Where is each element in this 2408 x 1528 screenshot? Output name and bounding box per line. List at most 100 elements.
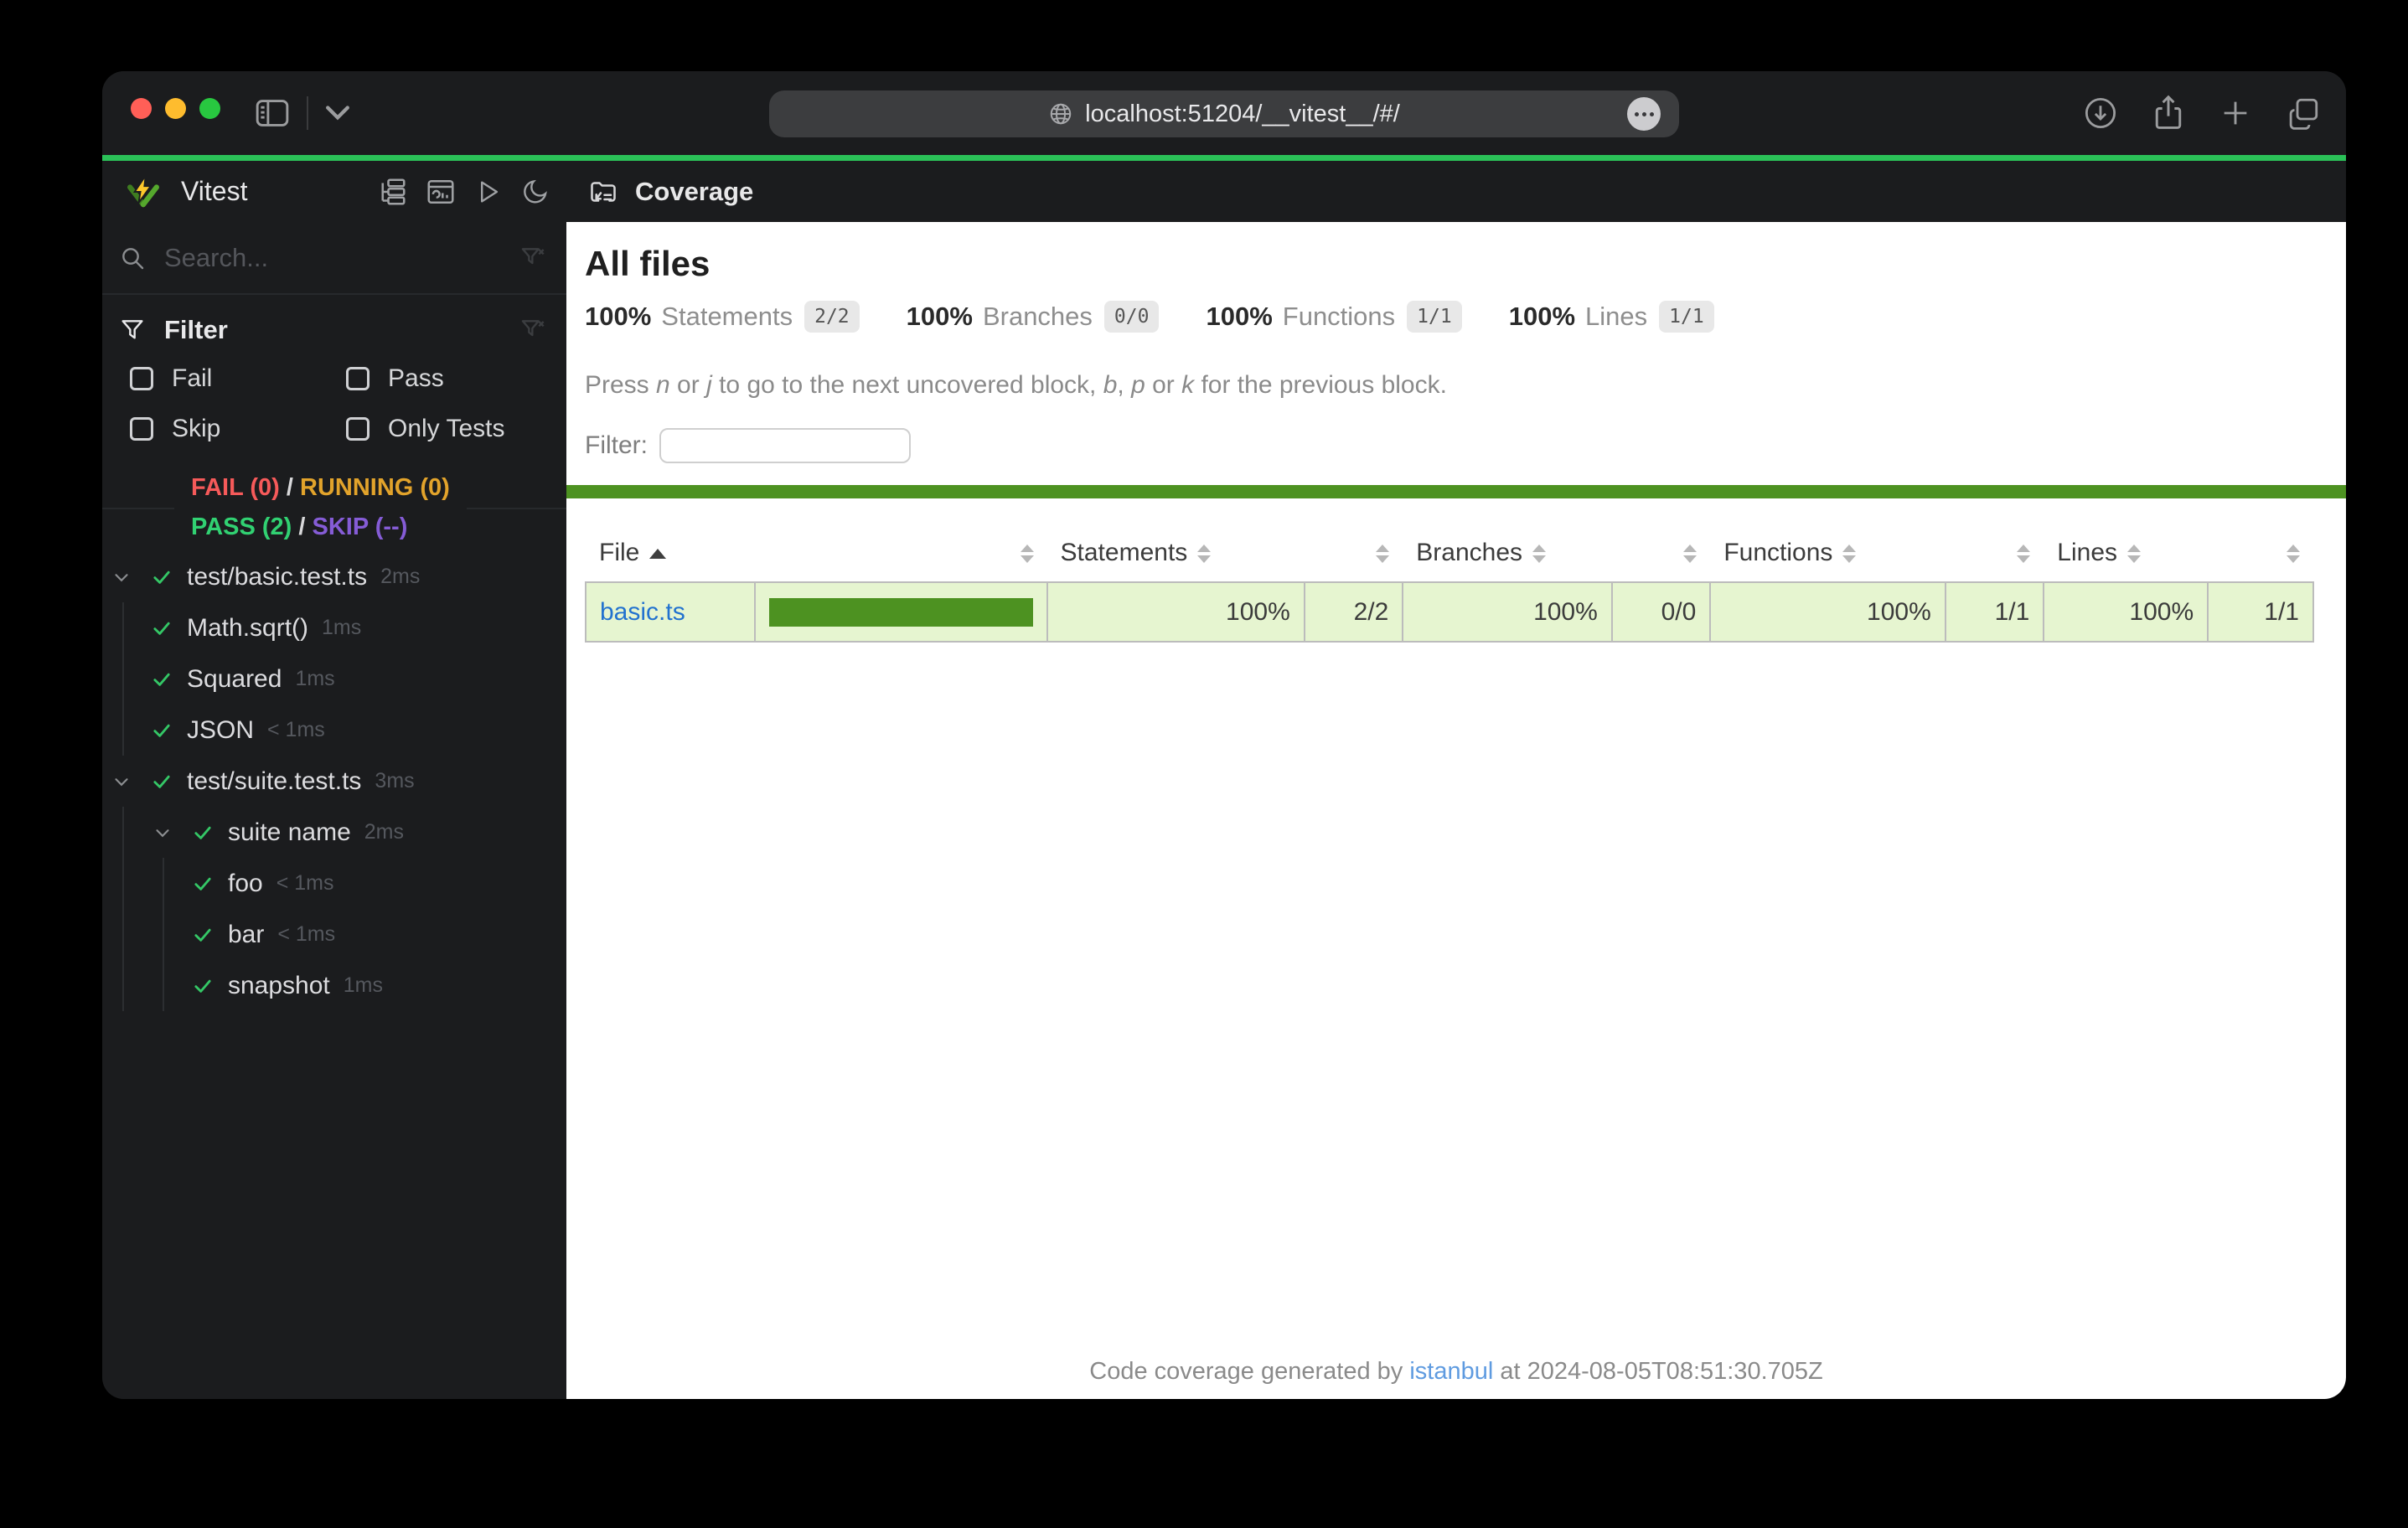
stat-ratio-badge: 1/1 (1407, 301, 1462, 333)
sort-icon[interactable] (1376, 545, 1389, 563)
test-name[interactable]: foo (228, 870, 263, 898)
new-tab-button[interactable] (2219, 96, 2252, 130)
test-status-progress-bar (102, 155, 2346, 161)
zoom-window-button[interactable] (199, 98, 220, 119)
pct-cell: 100% (1047, 582, 1305, 642)
chevron-down-icon[interactable] (325, 105, 350, 121)
test-tree-item[interactable]: Math.sqrt()1ms (102, 602, 566, 653)
test-tree: test/basic.test.ts2msMath.sqrt()1msSquar… (102, 551, 566, 1011)
test-name[interactable]: JSON (187, 716, 254, 745)
column-header-lines-ratio[interactable] (2208, 524, 2313, 582)
test-pass-check-icon (150, 617, 187, 640)
coverage-table-row: basic.ts100%2/2100%0/0100%1/1100%1/1 (586, 582, 2313, 642)
test-tree-item[interactable]: foo < 1ms (102, 858, 566, 909)
coverage-title: Coverage (635, 177, 753, 207)
coverage-summary-stats: 100%Statements2/2 100%Branches0/0 100%Fu… (585, 301, 2312, 333)
test-name[interactable]: Squared (187, 665, 282, 694)
coverage-header: Coverage (566, 161, 2346, 222)
test-duration: < 1ms (276, 871, 334, 896)
sort-icon[interactable] (1683, 545, 1697, 563)
checkbox-fail[interactable]: Fail (130, 364, 346, 393)
sort-icon[interactable] (2127, 545, 2141, 563)
column-header-statements-ratio[interactable] (1305, 524, 1403, 582)
dark-mode-toggle-icon[interactable] (521, 178, 550, 206)
filter-label: Filter (164, 315, 228, 345)
chevron-down-icon[interactable] (150, 822, 191, 844)
test-name[interactable]: snapshot (228, 972, 330, 1000)
sort-icon[interactable] (2017, 545, 2030, 563)
stat-ratio-badge: 1/1 (1659, 301, 1714, 333)
pct-cell: 100% (2044, 582, 2208, 642)
sort-icon[interactable] (1021, 545, 1034, 563)
column-header-lines[interactable]: Lines (2044, 524, 2208, 582)
sort-icon[interactable] (2287, 545, 2300, 563)
page-settings-button[interactable] (1627, 97, 1661, 131)
close-window-button[interactable] (131, 98, 152, 119)
test-tree-item[interactable]: bar< 1ms (102, 909, 566, 960)
tree-indent-guide (163, 858, 164, 909)
dashboard-icon[interactable] (426, 177, 456, 207)
column-header-statements[interactable]: Statements (1047, 524, 1305, 582)
column-header-branches-ratio[interactable] (1612, 524, 1711, 582)
filter-section-header: Filter (102, 295, 566, 345)
sort-icon[interactable] (1532, 545, 1546, 563)
column-header-branches[interactable]: Branches (1403, 524, 1612, 582)
test-duration: < 1ms (267, 718, 325, 742)
column-header-chart[interactable] (755, 524, 1046, 582)
test-tree-item[interactable]: JSON < 1ms (102, 705, 566, 756)
test-name[interactable]: test/suite.test.ts (187, 767, 361, 796)
clear-search-filter-icon[interactable] (519, 245, 546, 271)
app-title: Vitest (181, 176, 247, 207)
checkbox-pass[interactable]: Pass (346, 364, 566, 393)
sort-icon[interactable] (1842, 545, 1856, 563)
checkbox-box[interactable] (346, 367, 369, 390)
checkbox-skip[interactable]: Skip (130, 415, 346, 443)
share-button[interactable] (2152, 95, 2185, 132)
test-pass-check-icon (191, 923, 228, 947)
stat-functions: 100%Functions1/1 (1206, 301, 1461, 333)
search-placeholder: Search... (164, 243, 268, 273)
column-header-functions-ratio[interactable] (1946, 524, 2044, 582)
test-tree-item[interactable]: Squared 1ms (102, 653, 566, 705)
sorted-asc-icon (649, 549, 666, 559)
url-text: localhost:51204/__vitest__/#/ (1085, 101, 1400, 128)
istanbul-link[interactable]: istanbul (1409, 1358, 1493, 1385)
checkbox-box[interactable] (346, 417, 369, 441)
sidebar-toggle-icon[interactable] (255, 99, 290, 127)
test-name[interactable]: bar (228, 921, 264, 949)
test-tree-view-icon[interactable] (377, 177, 407, 207)
coverage-footer: Code coverage generated by istanbul at 2… (566, 1358, 2346, 1386)
test-tree-item[interactable]: test/basic.test.ts2ms (102, 551, 566, 602)
test-name[interactable]: Math.sqrt() (187, 614, 308, 643)
chevron-down-icon[interactable] (109, 771, 150, 792)
window-controls (131, 98, 220, 119)
test-duration: 1ms (344, 973, 383, 998)
test-pass-check-icon (150, 668, 187, 691)
downloads-button[interactable] (2083, 96, 2118, 131)
checkbox-only-tests[interactable]: Only Tests (346, 415, 566, 443)
coverage-filter-input[interactable] (659, 428, 911, 463)
run-all-tests-icon[interactable] (474, 178, 503, 206)
test-tree-item[interactable]: snapshot 1ms (102, 960, 566, 1011)
checkbox-box[interactable] (130, 417, 153, 441)
chevron-down-icon[interactable] (109, 566, 150, 588)
checkbox-box[interactable] (130, 367, 153, 390)
test-tree-item[interactable]: test/suite.test.ts3ms (102, 756, 566, 807)
test-tree-item[interactable]: suite name2ms (102, 807, 566, 858)
minimize-window-button[interactable] (165, 98, 186, 119)
file-link[interactable]: basic.ts (600, 598, 685, 626)
search-bar[interactable]: Search... (102, 222, 566, 295)
column-header-functions[interactable]: Functions (1710, 524, 1945, 582)
coverage-table: File Statements Branches Functions Lines bas… (585, 524, 2314, 643)
test-name[interactable]: test/basic.test.ts (187, 563, 367, 591)
test-duration: 1ms (295, 667, 334, 691)
test-name[interactable]: suite name (228, 818, 351, 847)
coverage-filter-label: Filter: (585, 431, 648, 460)
column-header-file[interactable]: File (586, 524, 755, 582)
tab-overview-button[interactable] (2286, 96, 2321, 131)
sort-icon[interactable] (1197, 545, 1211, 563)
clear-filters-icon[interactable] (519, 317, 546, 343)
tree-indent-guide (163, 909, 164, 960)
stat-lines: 100%Lines1/1 (1509, 301, 1714, 333)
address-bar[interactable]: localhost:51204/__vitest__/#/ (769, 90, 1679, 137)
